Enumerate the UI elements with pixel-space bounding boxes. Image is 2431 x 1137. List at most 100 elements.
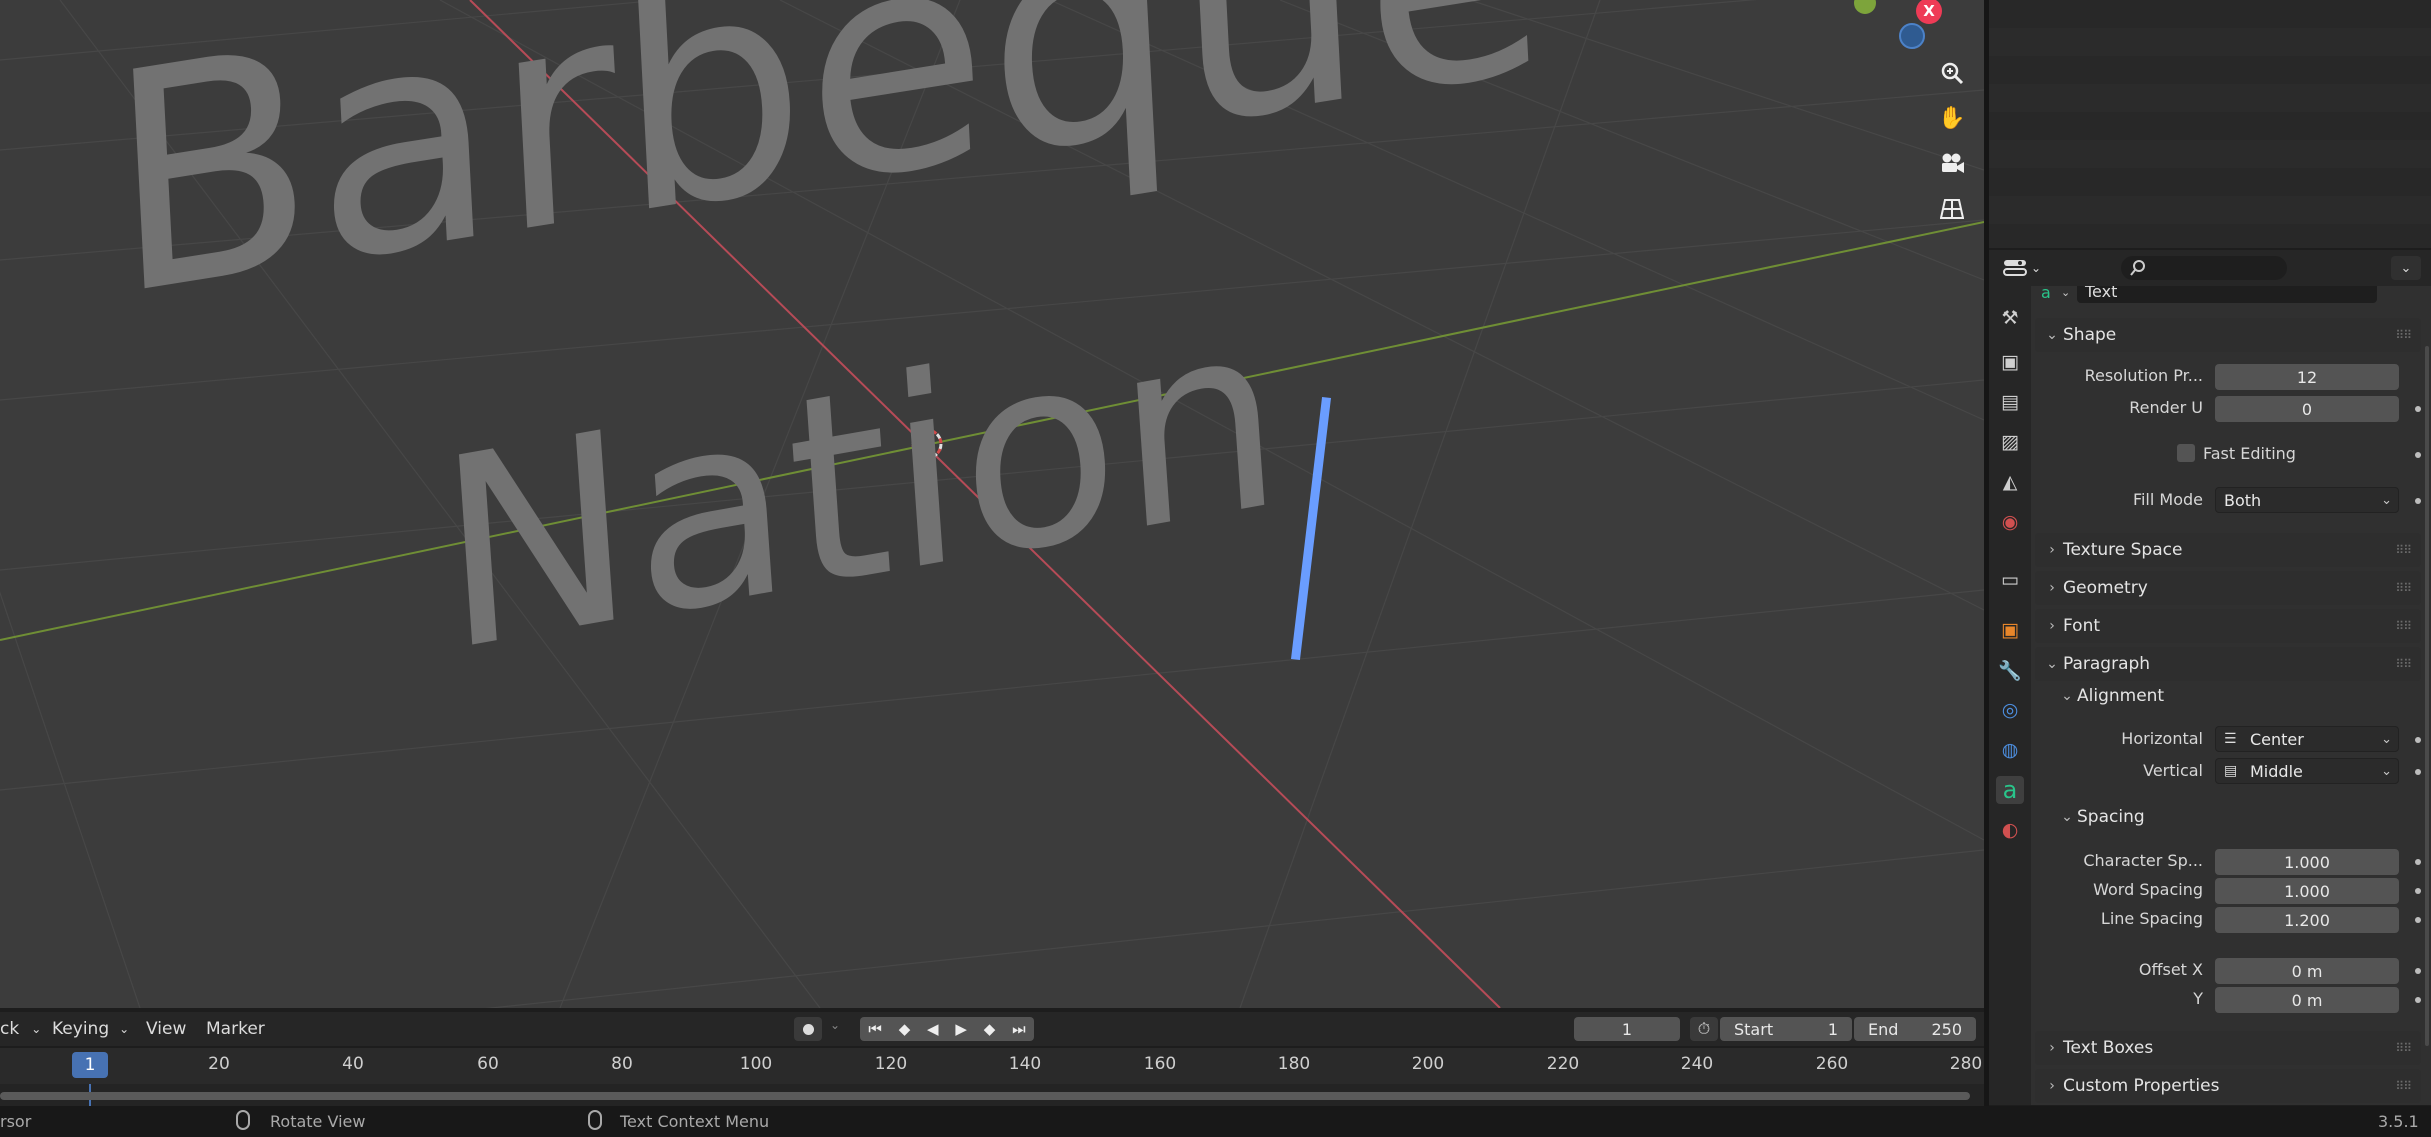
tab-view-layer[interactable]: ▨	[1996, 428, 2024, 456]
panel-font[interactable]: › Font ⠿⠿	[2035, 609, 2421, 643]
keyframe-dot[interactable]	[2415, 917, 2421, 923]
resolution-preview-field[interactable]: 12	[2215, 364, 2399, 390]
chevron-down-icon: ⌄	[119, 1022, 130, 1036]
properties-scrollbar[interactable]	[2425, 346, 2429, 1046]
auto-keying-toggle[interactable]	[794, 1017, 822, 1041]
offset-x-field[interactable]: 0 m	[2215, 958, 2399, 984]
header-options-dropdown[interactable]: ⌄	[2391, 256, 2421, 280]
play-icon[interactable]: ▶	[955, 1020, 967, 1038]
keyframe-dot[interactable]	[2415, 968, 2421, 974]
timeline-scrub-area[interactable]	[0, 1084, 1984, 1106]
chevron-down-icon: ⌄	[2061, 688, 2073, 704]
tab-world[interactable]: ◉	[1996, 508, 2024, 536]
frame-tick: 240	[1680, 1054, 1714, 1074]
tab-object[interactable]: ▣	[1996, 616, 2024, 644]
fast-editing-checkbox[interactable]	[2177, 444, 2195, 462]
prev-keyframe-icon[interactable]: ◆	[899, 1020, 911, 1038]
frame-tick: 180	[1277, 1054, 1311, 1074]
jump-start-icon[interactable]: ⏮	[868, 1020, 882, 1038]
vertical-alignment-dropdown[interactable]: ▤ Middle ⌄	[2215, 758, 2399, 784]
datablock-name-field[interactable]: Text	[2077, 286, 2377, 303]
drag-grip-icon[interactable]: ⠿⠿	[2395, 657, 2412, 671]
drag-grip-icon[interactable]: ⠿⠿	[2395, 328, 2412, 342]
keyframe-dot[interactable]	[2415, 737, 2421, 743]
drag-grip-icon[interactable]: ⠿⠿	[2395, 581, 2412, 595]
datablock-selector[interactable]: a ⌄ Text	[2041, 286, 2421, 304]
properties-header: ⌄ ⌄	[1989, 250, 2431, 286]
keyframe-dot[interactable]	[2415, 859, 2421, 865]
keyframe-dot[interactable]	[2415, 452, 2421, 458]
keying-menu[interactable]: Keying ⌄	[52, 1012, 129, 1046]
frame-tick: 100	[739, 1054, 773, 1074]
timeline-ruler[interactable]: 1 20 40 60 80 100 120 140 160 180 200 22…	[0, 1048, 1984, 1084]
chevron-right-icon: ›	[2049, 542, 2055, 558]
playback-menu[interactable]: ck ⌄	[0, 1012, 41, 1046]
tab-modifiers[interactable]: 🔧	[1996, 656, 2024, 684]
stopwatch-icon[interactable]: ⏱	[1690, 1017, 1718, 1041]
tab-material[interactable]: ◐	[1996, 816, 2024, 844]
tab-text-data[interactable]: a	[1996, 776, 2024, 804]
frame-tick: 20	[208, 1054, 230, 1074]
resolution-preview-label: Resolution Pr...	[2084, 366, 2203, 385]
keyframe-dot[interactable]	[2415, 997, 2421, 1003]
3d-viewport[interactable]: Barbeque Nation X ✋	[0, 0, 1984, 1008]
keyframe-dot[interactable]	[2415, 498, 2421, 504]
pan-hand-icon[interactable]: ✋	[1933, 99, 1971, 137]
view-menu[interactable]: View	[146, 1012, 186, 1046]
frame-tick: 80	[611, 1054, 633, 1074]
panel-text-boxes[interactable]: › Text Boxes ⠿⠿	[2035, 1031, 2421, 1065]
search-input[interactable]	[2121, 256, 2287, 280]
panel-custom-properties[interactable]: › Custom Properties ⠿⠿	[2035, 1069, 2421, 1103]
panel-shape[interactable]: ⌄ Shape ⠿⠿	[2035, 318, 2421, 352]
line-spacing-field[interactable]: 1.200	[2215, 907, 2399, 933]
chevron-right-icon: ›	[2049, 580, 2055, 596]
drag-grip-icon[interactable]: ⠿⠿	[2395, 1041, 2412, 1055]
tab-collection[interactable]: ▭	[1996, 566, 2024, 594]
tab-tool[interactable]: ⚒	[1996, 304, 2024, 332]
subpanel-spacing[interactable]: ⌄ Spacing	[2057, 807, 2145, 827]
start-frame-field[interactable]: Start 1	[1720, 1017, 1852, 1041]
keyframe-dot[interactable]	[2415, 406, 2421, 412]
grid-view-icon[interactable]	[1933, 190, 1971, 228]
panel-geometry[interactable]: › Geometry ⠿⠿	[2035, 571, 2421, 605]
keyframe-dot[interactable]	[2415, 769, 2421, 775]
tab-particles[interactable]: ◎	[1996, 696, 2024, 724]
keyframe-dot[interactable]	[2415, 888, 2421, 894]
align-middle-icon: ▤	[2224, 763, 2238, 779]
zoom-icon[interactable]	[1933, 54, 1971, 92]
outliner[interactable]	[1989, 0, 2431, 248]
horizontal-alignment-dropdown[interactable]: ☰ Center ⌄	[2215, 726, 2399, 752]
drag-grip-icon[interactable]: ⠿⠿	[2395, 543, 2412, 557]
editor-type-icon[interactable]: ⌄	[2003, 256, 2043, 280]
drag-grip-icon[interactable]: ⠿⠿	[2395, 1079, 2412, 1093]
drag-grip-icon[interactable]: ⠿⠿	[2395, 619, 2412, 633]
character-spacing-field[interactable]: 1.000	[2215, 849, 2399, 875]
character-spacing-label: Character Sp...	[2083, 851, 2203, 870]
tab-render[interactable]: ▣	[1996, 348, 2024, 376]
tab-physics[interactable]: ◍	[1996, 736, 2024, 764]
marker-menu[interactable]: Marker	[206, 1012, 265, 1046]
play-reverse-icon[interactable]: ◀	[927, 1020, 939, 1038]
word-spacing-field[interactable]: 1.000	[2215, 878, 2399, 904]
end-frame-field[interactable]: End 250	[1854, 1017, 1976, 1041]
tab-output[interactable]: ▤	[1996, 388, 2024, 416]
jump-end-icon[interactable]: ⏭	[1012, 1020, 1026, 1038]
fill-mode-dropdown[interactable]: Both ⌄	[2215, 487, 2399, 513]
camera-icon[interactable]	[1933, 144, 1971, 182]
chevron-right-icon: ›	[2049, 1040, 2055, 1056]
next-keyframe-icon[interactable]: ◆	[984, 1020, 996, 1038]
chevron-down-icon[interactable]: ⌄	[830, 1018, 840, 1032]
current-frame-field[interactable]: 1	[1574, 1017, 1680, 1041]
tab-scene[interactable]: ◭	[1996, 468, 2024, 496]
frame-tick: 60	[477, 1054, 499, 1074]
subpanel-alignment[interactable]: ⌄ Alignment	[2057, 686, 2164, 706]
mouse-middle-icon	[236, 1110, 250, 1130]
offset-y-field[interactable]: 0 m	[2215, 987, 2399, 1013]
timeline-scrollbar[interactable]	[0, 1092, 1970, 1100]
current-frame-indicator[interactable]: 1	[72, 1052, 108, 1078]
gizmo-z-ball[interactable]	[1899, 23, 1925, 49]
render-u-field[interactable]: 0	[2215, 396, 2399, 422]
panel-paragraph[interactable]: ⌄ Paragraph ⠿⠿	[2035, 647, 2421, 681]
chevron-right-icon: ›	[2049, 618, 2055, 634]
panel-texture-space[interactable]: › Texture Space ⠿⠿	[2035, 533, 2421, 567]
